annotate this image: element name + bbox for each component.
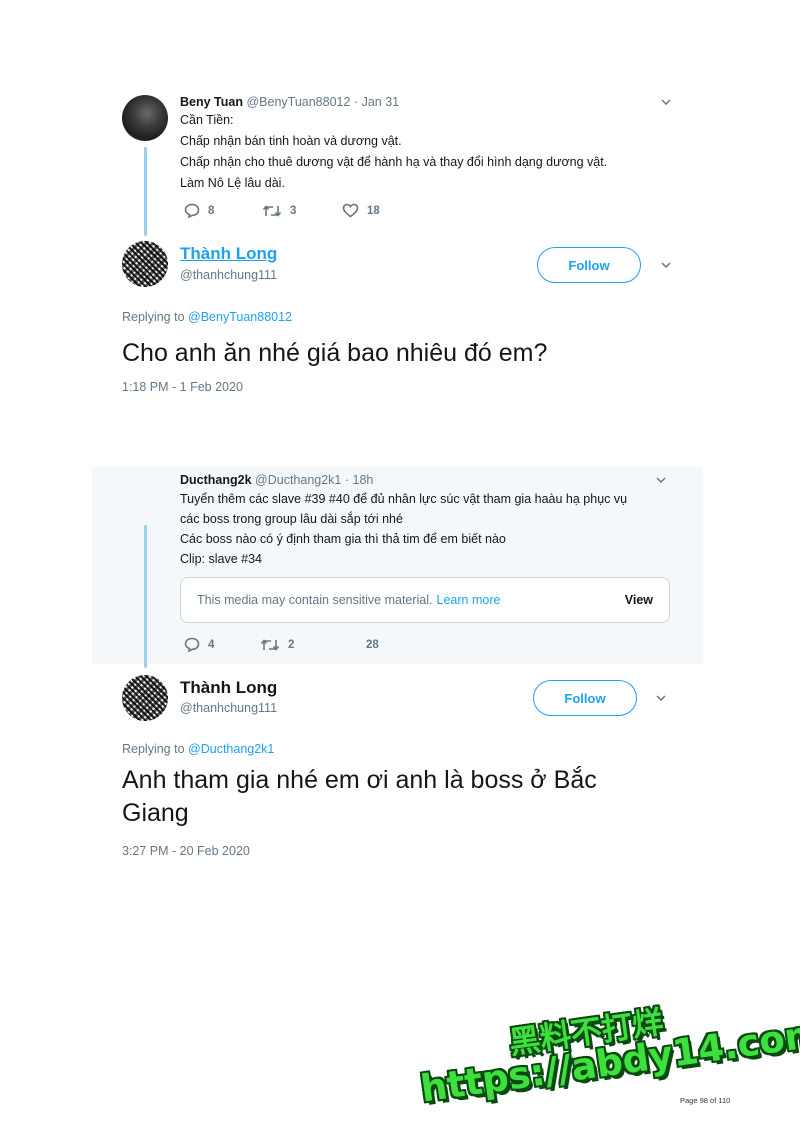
- retweet-count: 3: [290, 204, 297, 217]
- tweet-author-handle[interactable]: @BenyTuan88012: [246, 95, 350, 109]
- like-count: 28: [366, 638, 379, 651]
- tweet-date[interactable]: 18h: [353, 473, 374, 487]
- avatar[interactable]: [122, 241, 168, 287]
- tweet-body: Tuyển thêm các slave #39 #40 để đủ nhân …: [180, 489, 627, 569]
- learn-more-link[interactable]: Learn more: [437, 593, 501, 607]
- retweet-icon: [262, 204, 282, 217]
- retweet-button[interactable]: 2: [260, 638, 366, 652]
- tweet-text-line: Chấp nhận bán tinh hoàn và dương vật.: [180, 134, 402, 148]
- tweet-text-line: Clip: slave #34: [180, 552, 262, 566]
- reply-author-name[interactable]: Thành Long: [180, 678, 277, 698]
- chevron-down-icon[interactable]: [656, 477, 666, 483]
- tweet-text-line: các boss trong group lâu dài sắp tới nhé: [180, 512, 403, 526]
- reply-timestamp[interactable]: 1:18 PM - 1 Feb 2020: [122, 380, 243, 394]
- tweet-author-name[interactable]: Beny Tuan: [180, 95, 243, 109]
- chevron-down-icon[interactable]: [661, 262, 671, 268]
- retweet-icon: [260, 638, 280, 651]
- like-button[interactable]: 28: [366, 639, 379, 651]
- like-count: 18: [367, 204, 380, 217]
- avatar[interactable]: [122, 95, 168, 141]
- thread-line: [144, 525, 147, 668]
- tweet-actions: 4 2 28: [184, 637, 379, 652]
- follow-button[interactable]: Follow: [537, 247, 641, 283]
- reply-timestamp[interactable]: 3:27 PM - 20 Feb 2020: [122, 844, 250, 858]
- tweet-actions: 8 3 18: [184, 203, 380, 218]
- reply-author-name[interactable]: Thành Long: [180, 244, 277, 264]
- chevron-down-icon[interactable]: [661, 99, 671, 105]
- reply-text-line: Anh tham gia nhé em ơi anh là boss ở Bắc: [122, 766, 597, 794]
- chevron-down-icon[interactable]: [656, 695, 666, 701]
- tweet-text-line: Cần Tiền:: [180, 113, 234, 127]
- tweet-text-line: Tuyển thêm các slave #39 #40 để đủ nhân …: [180, 492, 628, 506]
- view-button[interactable]: View: [625, 593, 653, 607]
- reply-text-line: Giang: [122, 799, 189, 827]
- sensitive-text: This media may contain sensitive materia…: [197, 593, 433, 607]
- like-button[interactable]: 18: [342, 203, 380, 218]
- reply-text: Anh tham gia nhé em ơi anh là boss ở Bắc…: [122, 764, 597, 830]
- tweet-text-line: Các boss nào có ý định tham gia thì thả …: [180, 532, 506, 546]
- replying-prefix: Replying to: [122, 310, 185, 324]
- tweet-date[interactable]: Jan 31: [362, 95, 400, 109]
- tweet-author-handle[interactable]: @Ducthang2k1: [255, 473, 341, 487]
- reply-button[interactable]: 4: [184, 637, 260, 652]
- separator: ·: [353, 95, 359, 109]
- tweet-text-line: Làm Nô Lệ lâu dài.: [180, 176, 285, 190]
- avatar[interactable]: [122, 675, 168, 721]
- tweet-body: Cần Tiền: Chấp nhận bán tinh hoàn và dươ…: [180, 110, 607, 194]
- replying-to: Replying to @BenyTuan88012: [122, 310, 292, 324]
- reply-count: 8: [208, 204, 215, 217]
- replying-prefix: Replying to: [122, 742, 185, 756]
- reply-author-handle[interactable]: @thanhchung111: [180, 268, 277, 282]
- retweet-button[interactable]: 3: [262, 204, 342, 218]
- page-number: Page 98 of 110: [680, 1096, 731, 1105]
- tweet-author-name[interactable]: Ducthang2k: [180, 473, 252, 487]
- separator: ·: [344, 473, 350, 487]
- heart-icon: [342, 203, 359, 218]
- reply-icon: [184, 637, 200, 652]
- tweet-text-line: Chấp nhận cho thuê dương vật để hành hạ …: [180, 155, 608, 169]
- replying-to-link[interactable]: @Ducthang2k1: [188, 742, 274, 756]
- reply-count: 4: [208, 638, 215, 651]
- retweet-count: 2: [288, 638, 295, 651]
- reply-button[interactable]: 8: [184, 203, 262, 218]
- reply-text: Cho anh ăn nhé giá bao nhiêu đó em?: [122, 339, 548, 367]
- tweet-header: Ducthang2k @Ducthang2k1 · 18h: [180, 470, 373, 491]
- follow-button[interactable]: Follow: [533, 680, 637, 716]
- thread-line: [144, 147, 147, 236]
- replying-to: Replying to @Ducthang2k1: [122, 742, 274, 756]
- reply-author-handle[interactable]: @thanhchung111: [180, 701, 277, 715]
- sensitive-media-notice: This media may contain sensitive materia…: [180, 577, 670, 623]
- replying-to-link[interactable]: @BenyTuan88012: [188, 310, 292, 324]
- reply-icon: [184, 203, 200, 218]
